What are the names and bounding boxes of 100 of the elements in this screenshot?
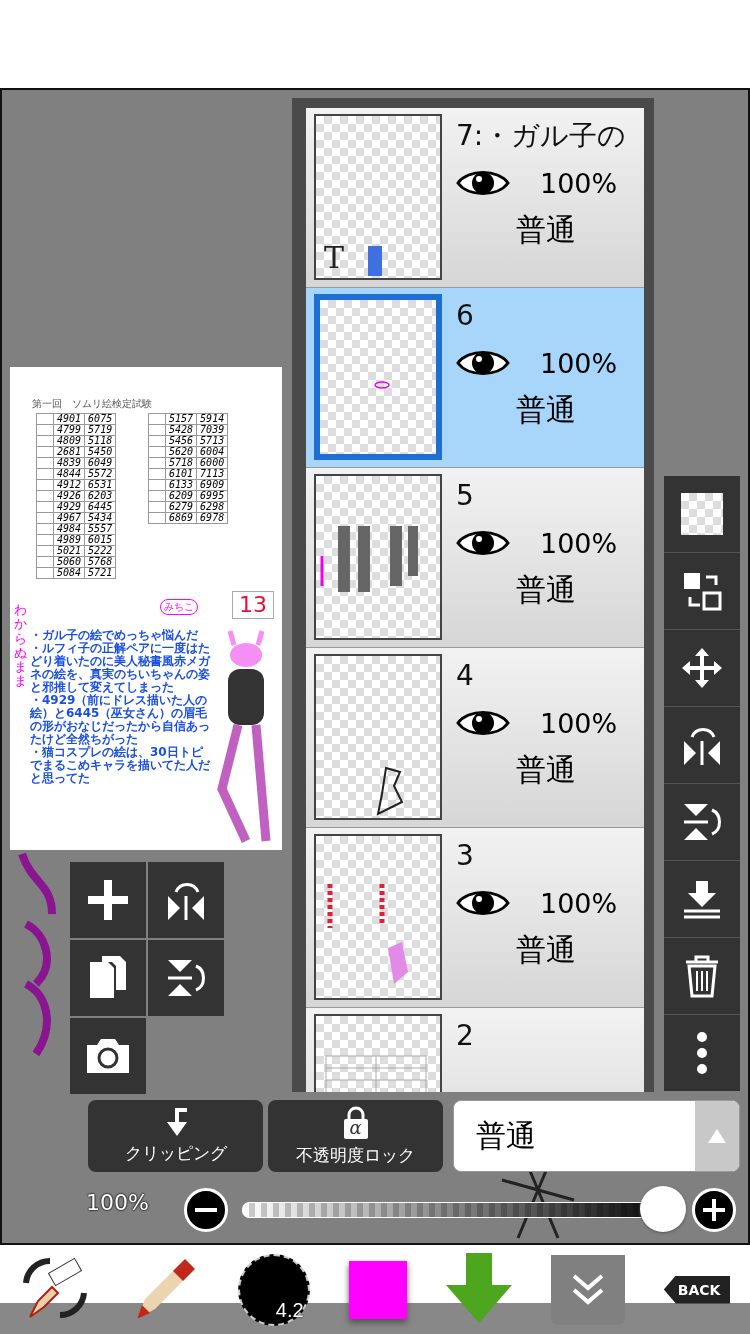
layer-action-button[interactable] (70, 862, 146, 938)
layer-action-button[interactable] (70, 940, 146, 1016)
table-cell: 6298 (196, 501, 228, 513)
layer-row[interactable]: 4 100% 普通 (306, 648, 644, 828)
table-cell: 6015 (84, 534, 116, 546)
table-cell: 5060 (53, 556, 85, 568)
table-cell: 6075 (84, 413, 116, 425)
layer-row[interactable]: 6 100% 普通 (306, 288, 644, 468)
back-button[interactable]: BACK (663, 1275, 731, 1304)
table-cell: 5557 (84, 523, 116, 535)
layer-tool-button[interactable] (664, 707, 740, 783)
table-cell: 6101 (165, 468, 197, 480)
layer-blend-mode: 普通 (516, 931, 577, 969)
table-cell: 6004 (196, 446, 228, 458)
sheet-title: 第一回 ソムリ絵検定試験 (32, 397, 152, 411)
layer-tool-button[interactable] (664, 784, 740, 860)
layer-tool-button[interactable] (664, 476, 740, 552)
table-cell: 6869 (165, 512, 197, 524)
table-cell: 5021 (53, 545, 85, 557)
table-cell: 5768 (84, 556, 116, 568)
layer-tool-button[interactable] (664, 861, 740, 937)
handwritten-note: わからぬまま (14, 603, 27, 689)
table-cell: 5572 (84, 468, 116, 480)
layer-opacity: 100% (540, 347, 618, 379)
layer-tool-button[interactable] (664, 553, 740, 629)
layer-row[interactable]: 2 (306, 1008, 644, 1092)
table-cell: 6209 (165, 490, 197, 502)
note-text: ・4929（前にドレス描いた人の絵）と6445（巫女さん）の眉毛の形がおなじだったから自信あったけど全然ちがった (30, 694, 211, 746)
table-cell: 7113 (196, 468, 228, 480)
decrease-opacity-button[interactable] (184, 1188, 228, 1232)
more-icon (696, 1031, 708, 1075)
figure-drawing (376, 766, 404, 816)
table-cell: 6445 (84, 501, 116, 513)
layer-name: 4 (456, 658, 475, 694)
table-cell: 5434 (84, 512, 116, 524)
layer-row[interactable]: 3 100% 普通 (306, 828, 644, 1008)
table-cell: 5719 (84, 424, 116, 436)
camera-icon (87, 1039, 129, 1073)
caret-icon (708, 1129, 726, 1143)
down-arrow-icon (445, 1253, 512, 1323)
layer-opacity: 100% (540, 527, 618, 559)
layer-name: 7:・ガル子の (456, 118, 628, 154)
table-cell: 5721 (84, 567, 116, 579)
table-cell: 5428 (165, 424, 197, 436)
layer-opacity: 100% (540, 887, 618, 919)
layer-row[interactable]: T 7:・ガル子の 100% 普通 (306, 108, 644, 288)
layer-blend-mode: 普通 (516, 211, 577, 249)
note-text: ・ルフィ子の正解ペアに一度はたどり着いたのに美人秘書風赤メガネの絵を、真実のちいちゃんの姿と邪推して変えてしまった (30, 642, 212, 694)
layer-opacity: 100% (540, 707, 618, 739)
layer-blend-mode: 普通 (516, 391, 577, 429)
table-cell: 5713 (196, 435, 228, 447)
layer-action-button[interactable] (148, 862, 224, 938)
alpha-symbol: α (349, 1116, 362, 1138)
table-cell: 5222 (84, 545, 116, 557)
move-icon (680, 646, 724, 690)
clipping-button[interactable]: クリッピング (88, 1100, 263, 1172)
text-scribble-icon (368, 246, 382, 276)
table-cell: 6531 (84, 479, 116, 491)
alpha-lock-button[interactable]: α 不透明度ロック (268, 1100, 443, 1172)
collapse-button[interactable] (550, 1254, 625, 1325)
table-cell: 2681 (53, 446, 85, 458)
table-cell: 5620 (165, 446, 197, 458)
table-cell: 4901 (53, 413, 85, 425)
layer-row[interactable]: 5 100% 普通 (306, 468, 644, 648)
blend-mode-dropdown[interactable]: 普通 (453, 1100, 740, 1172)
table-cell: 5456 (165, 435, 197, 447)
table-cell: 6995 (196, 490, 228, 502)
brush-size-button[interactable]: 4.2 (237, 1253, 310, 1326)
table-cell: 6133 (165, 479, 197, 491)
add-icon (88, 880, 128, 920)
layer-action-button[interactable] (70, 1018, 146, 1094)
table-cell: 4926 (53, 490, 85, 502)
layer-tool-button[interactable] (664, 1015, 740, 1091)
text-layer-label: T (324, 242, 344, 274)
color-swatch[interactable] (348, 1260, 407, 1319)
note-text: ・ガル子の絵でめっちゃ悩んだ (30, 629, 199, 642)
plus-icon (703, 1199, 725, 1221)
table-cell: 4989 (53, 534, 85, 546)
table-cell: 4799 (53, 424, 85, 436)
layer-name: 5 (456, 478, 475, 514)
opacity-reading: 100% (86, 1190, 149, 1215)
lock-icon (341, 1105, 370, 1140)
table-cell: 5914 (196, 413, 228, 425)
table-cell: 6978 (196, 512, 228, 524)
layer-action-button[interactable] (148, 940, 224, 1016)
double-chevron-icon (570, 1272, 605, 1307)
table-cell: 6203 (84, 490, 116, 502)
increase-opacity-button[interactable] (692, 1188, 736, 1232)
table-cell: 4809 (53, 435, 85, 447)
layer-tool-button[interactable] (664, 630, 740, 706)
layer-blend-mode: 普通 (516, 571, 577, 609)
layer-tool-button[interactable] (664, 938, 740, 1014)
score-value: 13 (232, 591, 274, 619)
opacity-slider-thumb[interactable] (640, 1186, 686, 1232)
table-cell: 5118 (84, 435, 116, 447)
layer-opacity: 100% (540, 167, 618, 199)
layer-name: 2 (456, 1018, 475, 1054)
table-cell: 5157 (165, 413, 197, 425)
table-cell: 4984 (53, 523, 85, 535)
table-cell: 5450 (84, 446, 116, 458)
